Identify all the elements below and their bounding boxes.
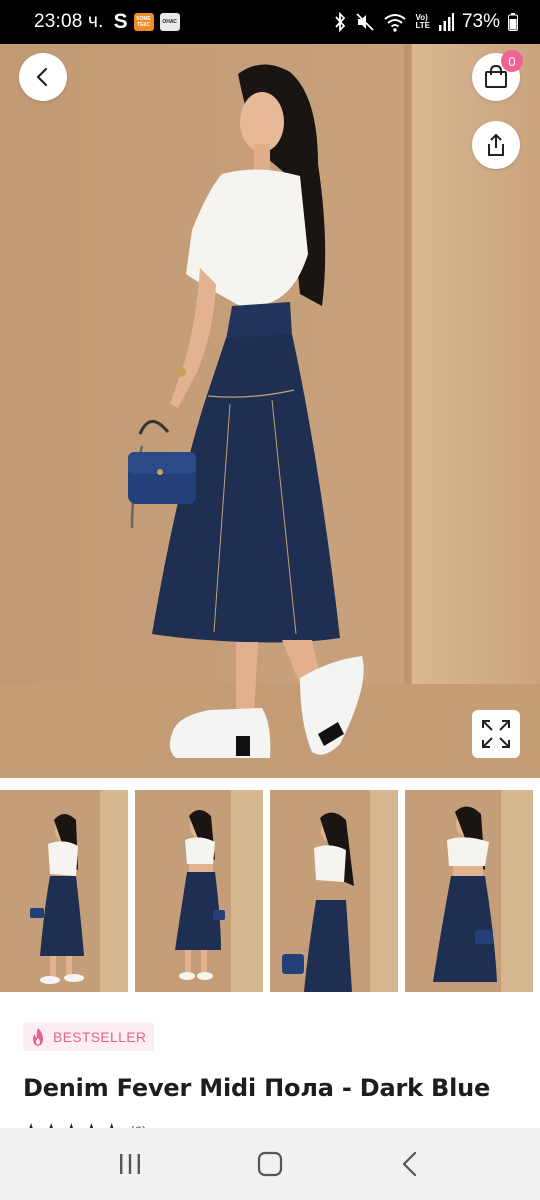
share-icon bbox=[488, 134, 504, 156]
thumbnail-1[interactable] bbox=[0, 790, 128, 992]
share-button[interactable] bbox=[472, 121, 520, 169]
recents-icon bbox=[120, 1154, 140, 1174]
thumbnail-photo bbox=[0, 790, 128, 992]
status-notification-icons: S КОМЕ ТЕКС ОНАС bbox=[114, 10, 180, 34]
thumbnail-photo bbox=[405, 790, 533, 992]
product-title: Denim Fever Midi Пола - Dark Blue bbox=[23, 1074, 491, 1102]
s-app-icon: S bbox=[113, 10, 128, 33]
cart-button[interactable]: 0 bbox=[472, 50, 523, 101]
status-time: 23:08 ч. bbox=[34, 11, 104, 32]
product-hero-image[interactable]: 0 bbox=[0, 44, 540, 778]
thumbnail-photo bbox=[270, 790, 398, 992]
home-button[interactable] bbox=[240, 1134, 300, 1194]
thumbnail-4[interactable] bbox=[405, 790, 533, 992]
expand-icon bbox=[482, 720, 510, 748]
battery-icon bbox=[508, 13, 518, 31]
status-system-icons: Vo) LTE 73% bbox=[333, 11, 518, 33]
wifi-icon bbox=[384, 14, 407, 32]
mute-icon bbox=[356, 13, 375, 31]
cart-count-badge: 0 bbox=[501, 50, 523, 72]
thumbnail-2[interactable] bbox=[135, 790, 263, 992]
fullscreen-button[interactable] bbox=[472, 710, 520, 758]
volte-indicator: Vo) LTE bbox=[415, 14, 430, 30]
thumbnail-photo bbox=[135, 790, 263, 992]
system-nav-bar bbox=[0, 1128, 540, 1200]
thumbnail-gallery bbox=[0, 790, 540, 992]
flame-icon bbox=[33, 1027, 43, 1046]
volte-bottom: LTE bbox=[415, 21, 430, 30]
bluetooth-icon bbox=[335, 12, 346, 32]
badge-label: BESTSELLER bbox=[53, 1028, 147, 1045]
status-bar: 23:08 ч. S КОМЕ ТЕКС ОНАС Vo) LTE 73% bbox=[0, 0, 540, 44]
chevron-left-icon bbox=[36, 67, 48, 87]
signal-icon bbox=[438, 13, 454, 31]
home-icon bbox=[257, 1151, 283, 1177]
notification-app-icon: КОМЕ ТЕКС bbox=[133, 13, 154, 31]
recents-button[interactable] bbox=[100, 1134, 160, 1194]
thumbnail-3[interactable] bbox=[270, 790, 398, 992]
notification-app-icon-2: ОНАС bbox=[159, 13, 180, 31]
product-photo bbox=[0, 44, 540, 778]
bestseller-badge: BESTSELLER bbox=[23, 1022, 155, 1051]
nav-back-button[interactable] bbox=[380, 1134, 440, 1194]
battery-percent: 73% bbox=[461, 11, 500, 32]
product-page: 23:08 ч. S КОМЕ ТЕКС ОНАС Vo) LTE 73% 0 … bbox=[0, 0, 540, 1200]
back-button[interactable] bbox=[19, 53, 67, 101]
nav-back-icon bbox=[402, 1151, 417, 1177]
